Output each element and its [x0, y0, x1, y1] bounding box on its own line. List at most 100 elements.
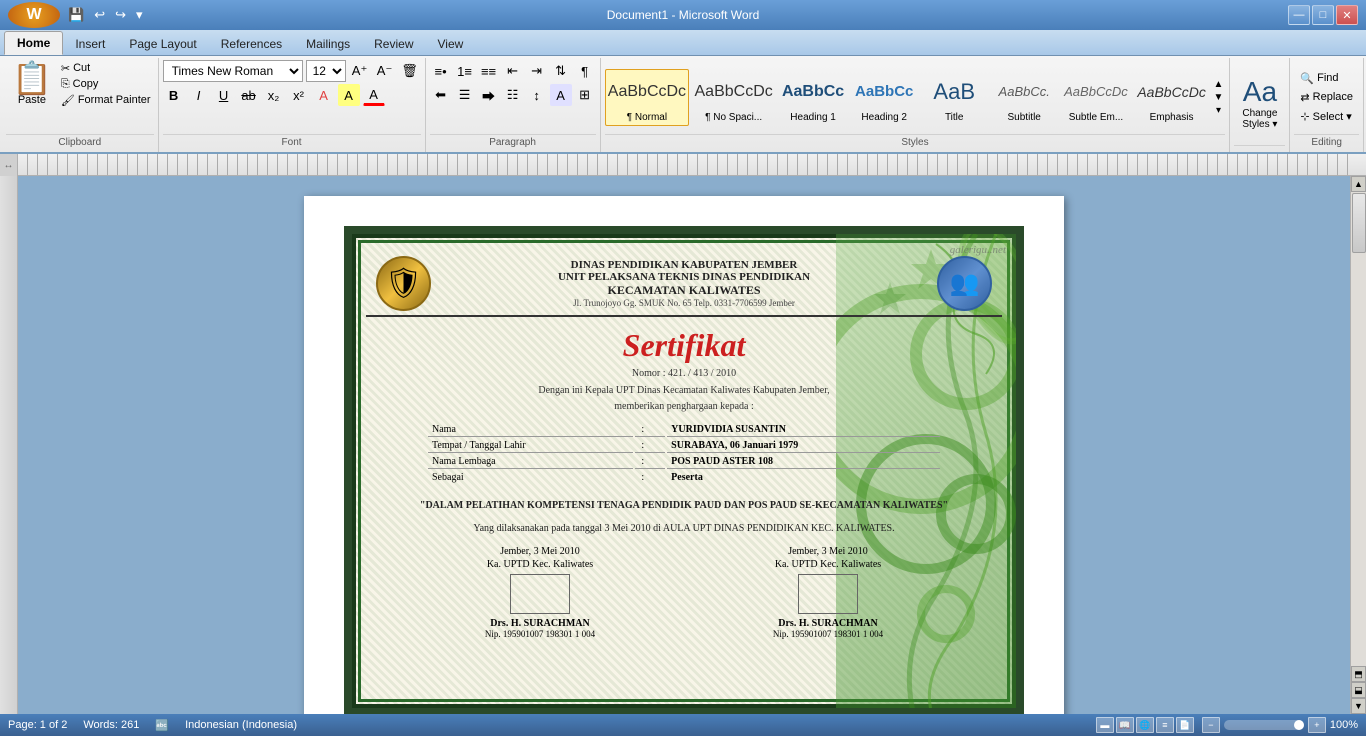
scroll-track[interactable] — [1351, 192, 1366, 666]
redo-button[interactable]: ↪ — [111, 5, 130, 25]
ribbon-tabs: Home Insert Page Layout References Maili… — [0, 30, 1366, 56]
cert-field-sebagai: Sebagai : Peserta — [428, 471, 940, 484]
office-button[interactable]: W — [8, 2, 60, 28]
select-button[interactable]: ⊹ Select ▾ — [1294, 108, 1359, 125]
decrease-indent-button[interactable]: ⇤ — [502, 60, 524, 82]
vertical-scrollbar[interactable]: ▲ ⬒ ⬓ ▼ — [1350, 176, 1366, 714]
align-center-button[interactable]: ☰ — [454, 84, 476, 106]
scroll-page-up[interactable]: ⬒ — [1351, 666, 1366, 682]
style-no-spacing-label: ¶ No Spaci... — [705, 112, 762, 123]
clear-format-button[interactable]: 🗑 — [399, 60, 421, 82]
font-shrink-button[interactable]: A⁻ — [374, 60, 396, 82]
print-layout-button[interactable]: ▬ — [1096, 717, 1114, 733]
bold-button[interactable]: B — [163, 84, 185, 106]
superscript-button[interactable]: x² — [288, 84, 310, 106]
language-button[interactable]: Indonesian (Indonesia) — [185, 719, 297, 731]
style-normal[interactable]: AaBbCcDc ¶ Normal — [605, 69, 690, 126]
ruler-corner[interactable]: ↔ — [0, 154, 18, 176]
text-effect-button[interactable]: A — [313, 84, 335, 106]
style-heading1[interactable]: AaBbCc Heading 1 — [778, 69, 848, 126]
style-no-spacing[interactable]: AaBbCcDc ¶ No Spaci... — [691, 69, 776, 126]
change-styles-icon: Aa — [1243, 76, 1277, 108]
scroll-page-down[interactable]: ⬓ — [1351, 682, 1366, 698]
strikethrough-button[interactable]: ab — [238, 84, 260, 106]
tab-references[interactable]: References — [209, 33, 294, 55]
tab-insert[interactable]: Insert — [63, 33, 117, 55]
style-heading2[interactable]: AaBbCc Heading 2 — [850, 69, 918, 126]
paste-button[interactable]: 📋 Paste — [6, 60, 58, 108]
editing-buttons: 🔍 Find ⇄ Replace ⊹ Select ▾ — [1294, 70, 1359, 125]
zoom-thumb[interactable] — [1294, 720, 1304, 730]
replace-button[interactable]: ⇄ Replace — [1294, 89, 1359, 106]
font-name-select[interactable]: Times New Roman — [163, 60, 303, 82]
tab-page-layout[interactable]: Page Layout — [117, 33, 208, 55]
status-bar: Page: 1 of 2 Words: 261 🔤 Indonesian (In… — [0, 714, 1366, 736]
style-subtitle[interactable]: AaBbCc. Subtitle — [990, 69, 1058, 126]
align-left-button[interactable]: ⬅ — [430, 84, 452, 106]
justify-button[interactable]: ☷ — [502, 84, 524, 106]
zoom-area: − + 100% — [1202, 717, 1358, 733]
sig-right-title: Ka. UPTD Kec. Kaliwates — [773, 559, 883, 570]
document-scroll-area[interactable]: galerigu..net 🛡 DINAS PENDIDIKAN KABUPAT… — [18, 176, 1350, 714]
styles-expand[interactable]: ▾ — [1212, 104, 1226, 117]
find-button[interactable]: 🔍 Find — [1294, 70, 1359, 87]
close-button[interactable]: ✕ — [1336, 5, 1358, 25]
customize-qa-button[interactable]: ▾ — [132, 5, 147, 25]
outline-button[interactable]: ≡ — [1156, 717, 1174, 733]
show-hide-button[interactable]: ¶ — [574, 60, 596, 82]
zoom-slider[interactable] — [1224, 720, 1304, 730]
field-label-birth: Tempat / Tanggal Lahir — [428, 439, 633, 453]
draft-button[interactable]: 📄 — [1176, 717, 1194, 733]
style-emphasis[interactable]: AaBbCcDc Emphasis — [1134, 69, 1210, 126]
style-title[interactable]: AaB Title — [920, 69, 988, 126]
font-grow-button[interactable]: A⁺ — [349, 60, 371, 82]
style-emphasis-label: Emphasis — [1150, 112, 1194, 123]
scroll-down-button[interactable]: ▼ — [1351, 698, 1366, 714]
multilevel-button[interactable]: ≡≡ — [478, 60, 500, 82]
line-spacing-button[interactable]: ↕ — [526, 84, 548, 106]
borders-button[interactable]: ⊞ — [574, 84, 596, 106]
field-sep-lembaga: : — [635, 455, 665, 469]
clipboard-label: Clipboard — [6, 134, 154, 150]
align-right-button[interactable]: ⮕ — [478, 84, 500, 106]
save-button[interactable]: 💾 — [64, 5, 88, 25]
bullets-button[interactable]: ≡• — [430, 60, 452, 82]
cut-button[interactable]: ✂ Cut — [58, 61, 154, 76]
sort-button[interactable]: ⇅ — [550, 60, 572, 82]
paste-icon: 📋 — [12, 62, 52, 94]
italic-button[interactable]: I — [188, 84, 210, 106]
tab-review[interactable]: Review — [362, 33, 425, 55]
scroll-thumb[interactable] — [1352, 193, 1366, 253]
tab-home[interactable]: Home — [4, 31, 63, 55]
subscript-button[interactable]: x₂ — [263, 84, 285, 106]
copy-button[interactable]: ⎘ Copy — [58, 77, 154, 92]
shading-button[interactable]: A — [550, 84, 572, 106]
style-subtle-em[interactable]: AaBbCcDc Subtle Em... — [1060, 69, 1131, 126]
numbering-button[interactable]: 1≡ — [454, 60, 476, 82]
zoom-out-button[interactable]: − — [1202, 717, 1220, 733]
minimize-button[interactable]: — — [1288, 5, 1310, 25]
paragraph-label: Paragraph — [430, 134, 596, 150]
tab-mailings[interactable]: Mailings — [294, 33, 362, 55]
highlight-button[interactable]: A — [338, 84, 360, 106]
zoom-in-button[interactable]: + — [1308, 717, 1326, 733]
style-emphasis-preview: AaBbCcDc — [1137, 72, 1205, 112]
underline-button[interactable]: U — [213, 84, 235, 106]
maximize-button[interactable]: □ — [1312, 5, 1334, 25]
styles-scroll-up[interactable]: ▲ — [1212, 78, 1226, 91]
undo-button[interactable]: ↩ — [90, 5, 109, 25]
styles-scroll-down[interactable]: ▼ — [1212, 91, 1226, 104]
increase-indent-button[interactable]: ⇥ — [526, 60, 548, 82]
format-painter-button[interactable]: 🖌 Format Painter — [58, 93, 154, 108]
tab-view[interactable]: View — [426, 33, 476, 55]
cert-title: Sertifikat — [366, 317, 1002, 368]
change-styles-button[interactable]: Aa ChangeStyles ▾ — [1234, 74, 1285, 132]
full-reading-button[interactable]: 📖 — [1116, 717, 1134, 733]
web-layout-button[interactable]: 🌐 — [1136, 717, 1154, 733]
font-color-button[interactable]: A — [363, 84, 385, 106]
style-heading2-preview: AaBbCc — [855, 72, 913, 112]
scroll-up-button[interactable]: ▲ — [1351, 176, 1366, 192]
font-size-select[interactable]: 12 — [306, 60, 346, 82]
style-title-label: Title — [945, 112, 964, 123]
field-sep-nama: : — [635, 423, 665, 437]
